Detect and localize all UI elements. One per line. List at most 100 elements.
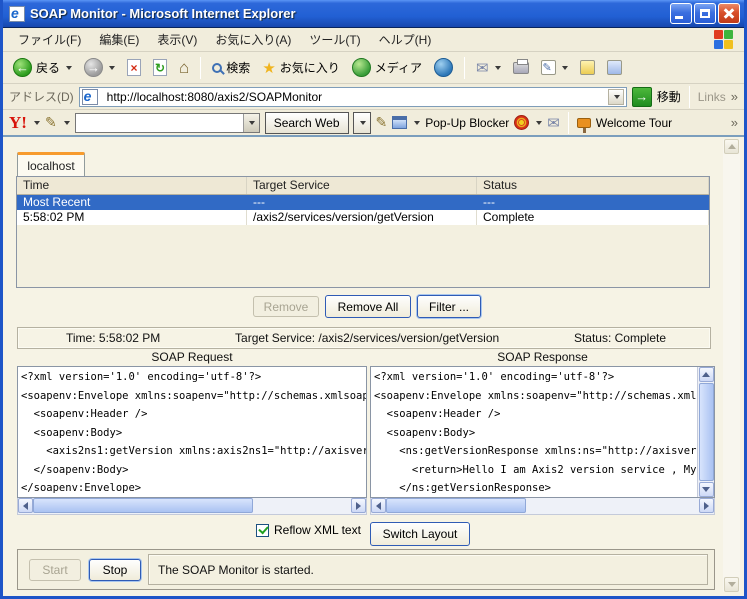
menu-edit[interactable]: 編集(E): [90, 28, 148, 51]
yahoo-search-dropdown-button[interactable]: [242, 113, 259, 132]
detail-status: Status: Complete: [573, 331, 666, 345]
table-row[interactable]: Most Recent --- ---: [17, 195, 709, 210]
column-header-time[interactable]: Time: [17, 177, 247, 194]
search-icon: [212, 62, 223, 73]
back-button[interactable]: ← 戻る: [9, 56, 76, 79]
soap-request-title: SOAP Request: [151, 350, 233, 364]
search-web-button[interactable]: Search Web: [264, 111, 349, 134]
scroll-down-icon[interactable]: [698, 482, 714, 497]
discuss-button[interactable]: [576, 58, 599, 77]
back-label: 戻る: [36, 61, 61, 75]
forward-button[interactable]: →: [80, 56, 119, 79]
column-header-status[interactable]: Status: [477, 177, 709, 194]
links-label[interactable]: Links: [698, 90, 726, 104]
scrollbar-thumb[interactable]: [33, 498, 253, 513]
popup-blocker-dropdown-icon[interactable]: [414, 120, 421, 125]
links-chevron-icon[interactable]: »: [731, 89, 738, 104]
remove-all-button[interactable]: Remove All: [325, 295, 411, 318]
scroll-up-icon[interactable]: [698, 367, 714, 382]
games-target-icon[interactable]: [514, 115, 530, 130]
cell-target: /axis2/services/version/getVersion: [247, 210, 477, 225]
start-button[interactable]: Start: [29, 559, 81, 581]
yahoo-logo-icon[interactable]: Y!: [9, 113, 27, 133]
menu-file[interactable]: ファイル(F): [9, 28, 90, 51]
history-button[interactable]: [430, 56, 457, 79]
stop-button-applet[interactable]: Stop: [89, 559, 141, 581]
pencil-icon[interactable]: ✎: [45, 114, 57, 131]
yahoo-search-input[interactable]: [74, 112, 260, 133]
forward-dropdown-icon: [109, 65, 116, 70]
scrollbar-thumb[interactable]: [386, 498, 526, 513]
minimize-button[interactable]: [670, 3, 692, 24]
reflow-xml-checkbox[interactable]: [256, 523, 269, 537]
research-icon: [606, 60, 622, 75]
print-button[interactable]: [509, 58, 533, 76]
edit-dropdown-icon[interactable]: [561, 65, 568, 70]
refresh-button[interactable]: ↻: [149, 57, 171, 78]
mail-button[interactable]: ✉: [472, 57, 505, 79]
mail-dropdown-icon[interactable]: [494, 65, 501, 70]
tab-localhost[interactable]: localhost: [17, 152, 85, 176]
column-header-target-service[interactable]: Target Service: [247, 177, 477, 194]
scroll-left-icon[interactable]: [18, 498, 33, 513]
response-vertical-scrollbar[interactable]: [697, 367, 714, 497]
scroll-left-icon[interactable]: [371, 498, 386, 513]
go-button[interactable]: →: [631, 86, 652, 107]
pencil-dropdown-icon[interactable]: [63, 120, 70, 125]
favorites-button[interactable]: ★ お気に入り: [258, 57, 343, 79]
address-url[interactable]: http://localhost:8080/axis2/SOAPMonitor: [107, 90, 604, 104]
yahoo-chevron-icon[interactable]: »: [731, 115, 738, 130]
go-label[interactable]: 移動: [657, 88, 681, 105]
popup-blocker-label[interactable]: Pop-Up Blocker: [425, 116, 509, 130]
request-horizontal-scrollbar[interactable]: [17, 498, 367, 515]
cell-status: ---: [477, 195, 709, 210]
response-horizontal-scrollbar[interactable]: [370, 498, 715, 515]
research-button[interactable]: [603, 58, 626, 77]
soap-response-xml: <?xml version='1.0' encoding='utf-8'?> <…: [374, 371, 715, 494]
address-dropdown-button[interactable]: [607, 88, 624, 105]
soap-response-title: SOAP Response: [497, 350, 588, 364]
menu-view[interactable]: 表示(V): [148, 28, 206, 51]
table-row[interactable]: 5:58:02 PM /axis2/services/version/getVe…: [17, 210, 709, 225]
menu-tools[interactable]: ツール(T): [300, 28, 369, 51]
discuss-icon: [579, 60, 595, 75]
media-button[interactable]: メディア: [348, 56, 426, 79]
menu-help[interactable]: ヘルプ(H): [370, 28, 441, 51]
stop-button[interactable]: ×: [123, 57, 145, 78]
history-icon: [433, 58, 453, 77]
search-button[interactable]: 検索: [208, 57, 254, 78]
menu-favorites[interactable]: お気に入り(A): [206, 28, 300, 51]
address-input[interactable]: e http://localhost:8080/axis2/SOAPMonito…: [78, 86, 627, 107]
close-button[interactable]: [718, 3, 740, 24]
maximize-button[interactable]: [694, 3, 716, 24]
table-empty-area: [17, 225, 709, 287]
highlighter-icon[interactable]: ✎: [376, 114, 388, 131]
mail-icon: ✉: [475, 59, 489, 77]
scrollbar-thumb[interactable]: [698, 383, 714, 481]
back-dropdown-icon[interactable]: [66, 65, 73, 70]
soap-response-textarea[interactable]: <?xml version='1.0' encoding='utf-8'?> <…: [370, 366, 715, 498]
yahoo-mail-icon[interactable]: ✉: [547, 114, 560, 132]
media-globe-icon: [351, 58, 371, 77]
popup-blocker-icon[interactable]: [392, 116, 408, 129]
edit-button[interactable]: [537, 58, 572, 77]
favorites-star-icon: ★: [262, 59, 276, 77]
yahoo-dropdown-icon[interactable]: [33, 120, 40, 125]
filter-button[interactable]: Filter ...: [417, 295, 481, 318]
media-label: メディア: [374, 61, 422, 75]
yahoo-toolbar: Y! ✎ Search Web ✎ Pop-Up Blocker ✉ Welco…: [3, 110, 744, 137]
switch-layout-button[interactable]: Switch Layout: [370, 522, 470, 546]
scroll-right-icon[interactable]: [351, 498, 366, 513]
scroll-right-icon[interactable]: [699, 498, 714, 513]
soap-request-textarea[interactable]: <?xml version='1.0' encoding='utf-8'?> <…: [17, 366, 367, 498]
games-dropdown-icon[interactable]: [536, 120, 543, 125]
remove-button[interactable]: Remove: [253, 296, 319, 317]
scroll-up-icon[interactable]: [724, 139, 739, 154]
toolbar-separator: [567, 111, 569, 134]
refresh-icon: ↻: [153, 59, 168, 76]
welcome-tour-label[interactable]: Welcome Tour: [596, 116, 672, 130]
page-vertical-scrollbar[interactable]: [723, 139, 740, 592]
search-web-dropdown-button[interactable]: [352, 111, 371, 134]
home-button[interactable]: ⌂: [175, 56, 193, 80]
scroll-down-icon[interactable]: [724, 577, 739, 592]
